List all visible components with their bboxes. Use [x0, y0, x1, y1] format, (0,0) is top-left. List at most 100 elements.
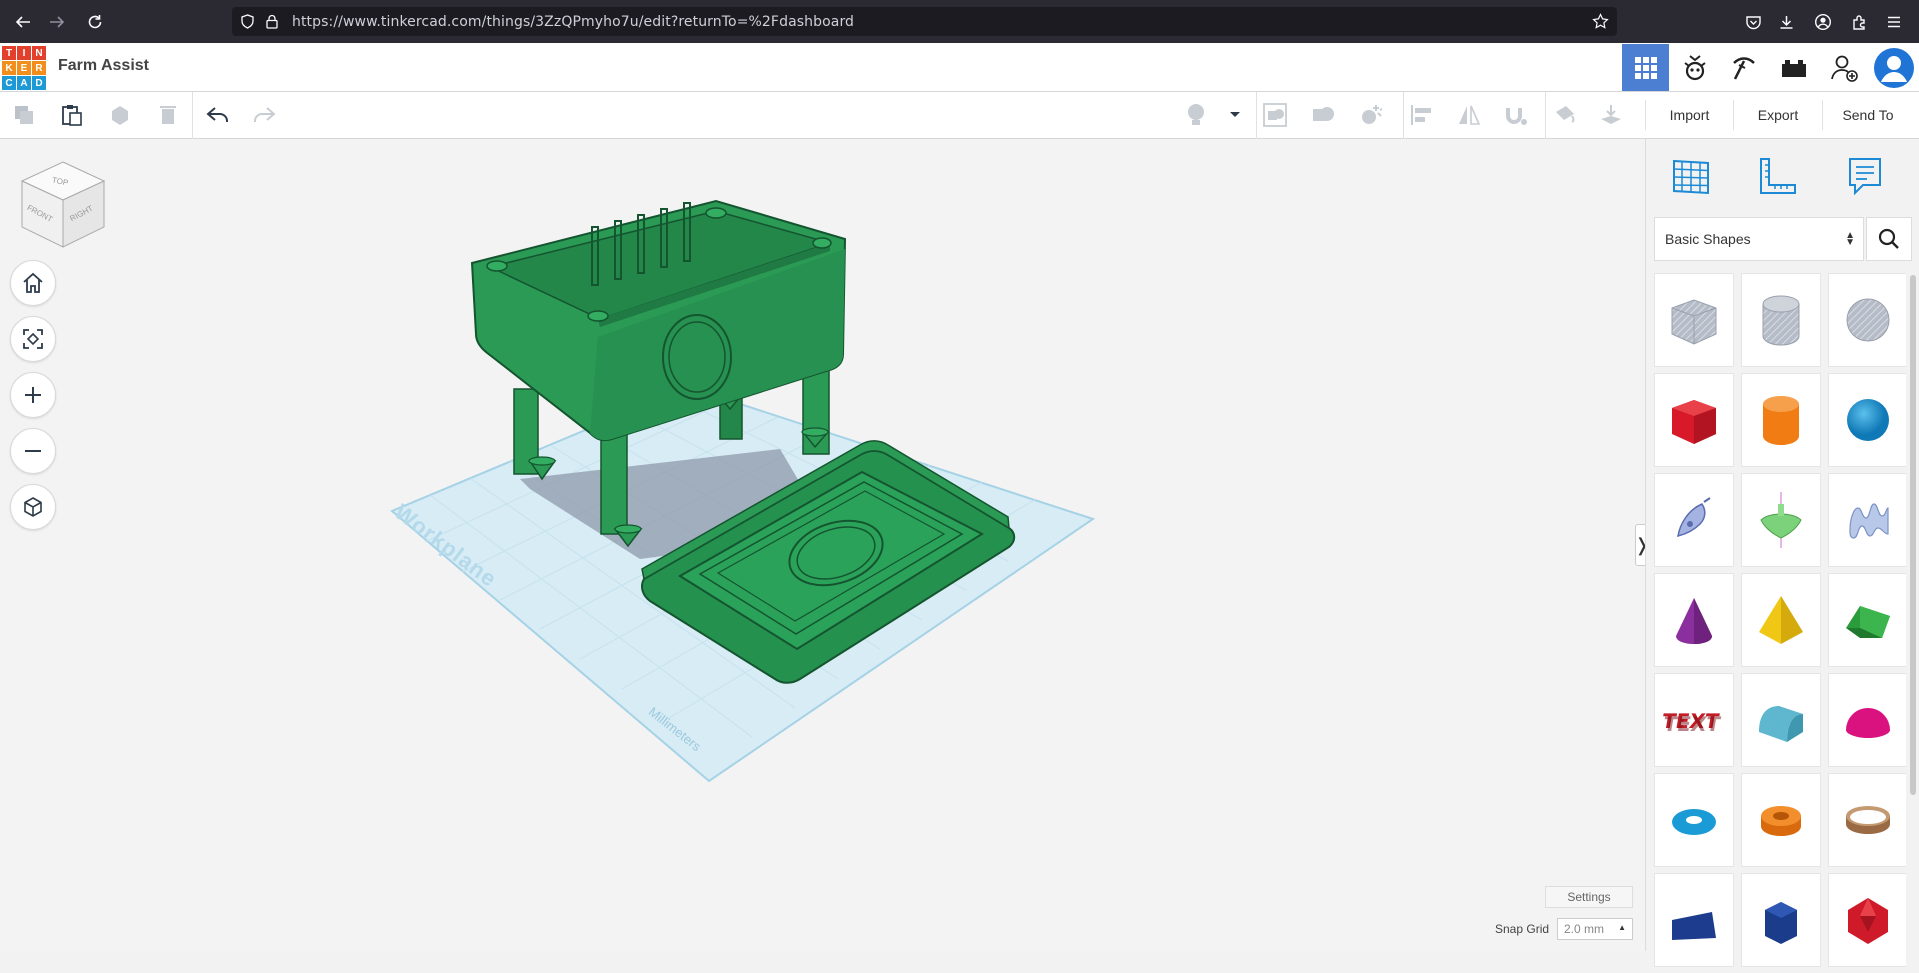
perspective-icon[interactable] — [10, 484, 56, 530]
workplane-drop-icon[interactable] — [1596, 100, 1626, 130]
export-toolbar: Import Export Send To — [1645, 92, 1919, 139]
grid-view-icon[interactable] — [1622, 44, 1669, 91]
shape-round-roof[interactable] — [1741, 673, 1821, 767]
import-button[interactable]: Import — [1645, 100, 1734, 130]
workplane-grid-icon[interactable] — [1666, 151, 1716, 201]
mirror-icon[interactable] — [1454, 100, 1484, 130]
3d-viewport[interactable]: Workplane Millimeters TOP FRONT RIGHT Se… — [0, 139, 1645, 951]
shape-tube[interactable] — [1741, 773, 1821, 867]
back-icon[interactable] — [11, 10, 35, 34]
svg-text:TEXT: TEXT — [1662, 712, 1722, 736]
tinkercad-logo[interactable]: T I N K E R C A D — [2, 46, 46, 90]
align-icon[interactable] — [1406, 100, 1436, 130]
shape-polygon[interactable] — [1741, 873, 1821, 967]
snap-grid-select[interactable]: 2.0 mm ▲ — [1557, 918, 1633, 940]
toolbar-divider — [1256, 92, 1257, 139]
toolbar-divider — [1545, 92, 1546, 139]
shape-cylinder-hole[interactable] — [1741, 273, 1821, 367]
pickaxe-icon[interactable] — [1720, 44, 1767, 91]
caret-up-icon: ▲ — [1618, 923, 1626, 932]
snap-grid-value: 2.0 mm — [1564, 922, 1605, 936]
add-user-icon[interactable] — [1820, 44, 1867, 91]
logo-letter: D — [32, 76, 46, 90]
group-icon[interactable] — [1260, 100, 1290, 130]
project-title[interactable]: Farm Assist — [58, 57, 149, 75]
shape-cylinder[interactable] — [1741, 373, 1821, 467]
shape-roof[interactable] — [1828, 573, 1906, 667]
avatar-icon[interactable] — [1870, 44, 1917, 91]
extensions-icon[interactable] — [1847, 10, 1871, 34]
shape-icosahedron[interactable] — [1828, 873, 1906, 967]
logo-letter: R — [32, 61, 46, 75]
shape-category-value: Basic Shapes — [1665, 231, 1751, 247]
shape-half-sphere[interactable] — [1828, 673, 1906, 767]
logo-letter: T — [2, 46, 16, 60]
shape-category-select[interactable]: Basic Shapes ▲ ▼ — [1654, 217, 1864, 261]
account-icon[interactable] — [1811, 10, 1835, 34]
shape-ring[interactable] — [1828, 773, 1906, 867]
duplicate-icon[interactable] — [105, 100, 135, 130]
ungroup-icon[interactable] — [1308, 100, 1338, 130]
shape-pyramid[interactable] — [1741, 573, 1821, 667]
reload-icon[interactable] — [83, 10, 107, 34]
shape-shape-generator[interactable] — [1828, 473, 1906, 567]
downloads-icon[interactable] — [1774, 10, 1798, 34]
undo-icon[interactable] — [203, 100, 233, 130]
toolbar-divider — [192, 92, 193, 139]
shape-search-button[interactable] — [1866, 217, 1912, 261]
forward-icon[interactable] — [45, 10, 69, 34]
shape-text[interactable]: TEXT TEXT — [1654, 673, 1734, 767]
shape-sphere[interactable] — [1828, 373, 1906, 467]
delete-icon[interactable] — [153, 100, 183, 130]
cruise-icon[interactable] — [1501, 100, 1531, 130]
pocket-icon[interactable] — [1741, 10, 1765, 34]
select-caret-icon: ▲ ▼ — [1845, 230, 1855, 248]
logo-letter: A — [17, 76, 31, 90]
shape-sphere-hole[interactable] — [1828, 273, 1906, 367]
shape-box[interactable] — [1654, 373, 1734, 467]
shape-wedge[interactable] — [1654, 873, 1734, 967]
shape-grid: TEXT TEXT — [1654, 273, 1906, 973]
shape-spinning-top[interactable] — [1741, 473, 1821, 567]
menu-icon[interactable] — [1882, 10, 1906, 34]
fit-all-icon[interactable] — [10, 316, 56, 362]
logo-letter: K — [2, 61, 16, 75]
redo-icon[interactable] — [249, 100, 279, 130]
logo-letter: C — [2, 76, 16, 90]
logo-letter: I — [17, 46, 31, 60]
url-bar[interactable]: https://www.tinkercad.com/things/3ZzQPmy… — [232, 7, 1617, 36]
ruler-icon[interactable] — [1753, 151, 1803, 201]
light-bulb-icon[interactable] — [1181, 100, 1211, 130]
solid-hole-icon[interactable] — [1356, 100, 1386, 130]
notes-icon[interactable] — [1840, 151, 1890, 201]
shapes-panel: Basic Shapes ▲ ▼ TEXT TEXT — [1645, 139, 1919, 967]
shape-cone[interactable] — [1654, 573, 1734, 667]
url-text[interactable]: https://www.tinkercad.com/things/3ZzQPmy… — [292, 14, 854, 30]
shield-icon[interactable] — [240, 14, 255, 29]
lock-icon[interactable] — [265, 14, 279, 29]
bricks-icon[interactable] — [1770, 44, 1817, 91]
shape-scribble[interactable] — [1654, 473, 1734, 567]
logo-letter: N — [32, 46, 46, 60]
dropdown-caret-icon[interactable] — [1220, 100, 1250, 130]
toolbar-divider — [1403, 92, 1404, 139]
main-toolbar — [0, 92, 1645, 139]
paint-icon[interactable] — [1550, 100, 1580, 130]
zoom-in-icon[interactable] — [10, 372, 56, 418]
paste-icon[interactable] — [57, 100, 87, 130]
search-icon — [1878, 228, 1899, 249]
send-to-button[interactable]: Send To — [1823, 100, 1913, 130]
snap-grid-label: Snap Grid — [1495, 922, 1550, 936]
zoom-out-icon[interactable] — [10, 428, 56, 474]
settings-button[interactable]: Settings — [1545, 886, 1633, 908]
panel-scrollbar[interactable] — [1910, 275, 1916, 795]
tinker-lab-icon[interactable] — [1671, 44, 1718, 91]
shape-box-hole[interactable] — [1654, 273, 1734, 367]
view-cube[interactable]: TOP FRONT RIGHT — [18, 159, 108, 249]
scene-canvas[interactable] — [0, 139, 1645, 951]
home-view-icon[interactable] — [10, 260, 56, 306]
shape-torus[interactable] — [1654, 773, 1734, 867]
bookmark-star-icon[interactable] — [1592, 13, 1609, 30]
copy-icon[interactable] — [9, 100, 39, 130]
export-button[interactable]: Export — [1734, 100, 1823, 130]
